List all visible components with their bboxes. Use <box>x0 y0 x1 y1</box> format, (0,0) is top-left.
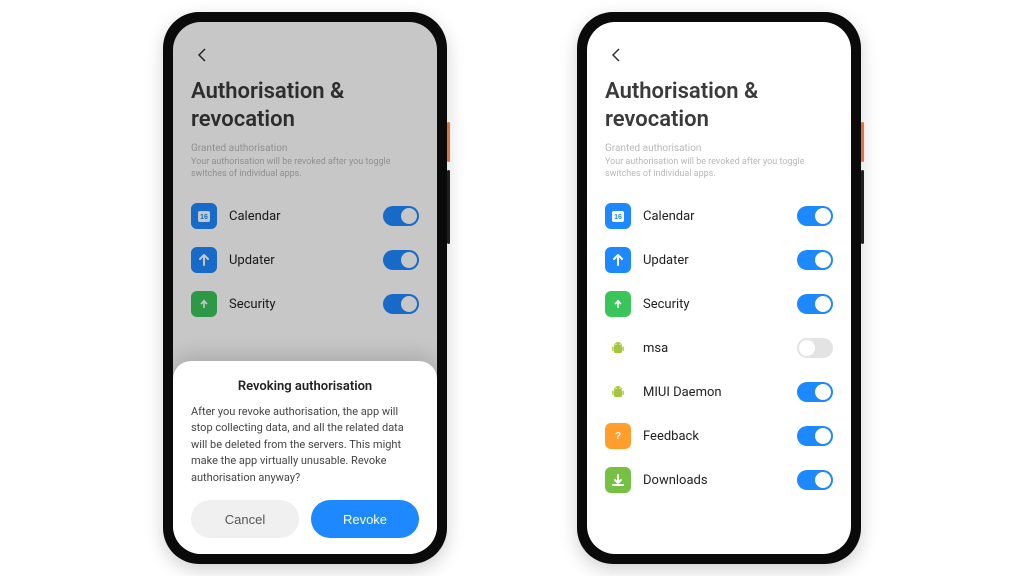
app-row-msa: msa <box>605 326 833 370</box>
toggle-calendar[interactable] <box>797 206 833 226</box>
download-icon <box>605 467 631 493</box>
app-list: Calendar Updater Security msa MIUI Daemon Fee… <box>605 194 833 502</box>
question-icon <box>605 423 631 449</box>
section-label: Granted authorisation <box>605 143 833 154</box>
app-row-security: Security <box>605 282 833 326</box>
app-row-downloads: Downloads <box>605 458 833 502</box>
volume-button <box>447 170 450 244</box>
volume-button <box>861 170 864 244</box>
app-name: Feedback <box>643 429 785 444</box>
android-icon <box>605 335 631 361</box>
phone-left: Authorisation & revocation Granted autho… <box>163 12 447 564</box>
app-name: msa <box>643 341 785 356</box>
toggle-updater[interactable] <box>797 250 833 270</box>
back-button[interactable] <box>605 44 627 66</box>
app-name: Security <box>643 297 785 312</box>
cancel-button[interactable]: Cancel <box>191 500 299 538</box>
app-name: Updater <box>643 253 785 268</box>
app-row-feedback: Feedback <box>605 414 833 458</box>
page-title: Authorisation & revocation <box>605 78 833 133</box>
revoke-dialog: Revoking authorisation After you revoke … <box>173 361 437 555</box>
shield-icon <box>605 291 631 317</box>
android-icon <box>605 379 631 405</box>
toggle-miui[interactable] <box>797 382 833 402</box>
toggle-security[interactable] <box>797 294 833 314</box>
back-arrow-icon <box>607 46 625 64</box>
arrow-up-icon <box>605 247 631 273</box>
dialog-body: After you revoke authorisation, the app … <box>191 404 419 487</box>
authorisation-screen: Authorisation & revocation Granted autho… <box>587 22 851 554</box>
toggle-feedback[interactable] <box>797 426 833 446</box>
toggle-downloads[interactable] <box>797 470 833 490</box>
power-button <box>447 122 450 162</box>
revoke-button[interactable]: Revoke <box>311 500 419 538</box>
app-row-calendar: Calendar <box>605 194 833 238</box>
phone-right: Authorisation & revocation Granted autho… <box>577 12 861 564</box>
section-help: Your authorisation will be revoked after… <box>605 156 815 180</box>
app-name: Downloads <box>643 473 785 488</box>
toggle-msa[interactable] <box>797 338 833 358</box>
app-name: MIUI Daemon <box>643 385 785 400</box>
power-button <box>861 122 864 162</box>
calendar-icon <box>605 203 631 229</box>
app-row-updater: Updater <box>605 238 833 282</box>
dialog-title: Revoking authorisation <box>191 379 419 394</box>
app-row-miui: MIUI Daemon <box>605 370 833 414</box>
app-name: Calendar <box>643 209 785 224</box>
